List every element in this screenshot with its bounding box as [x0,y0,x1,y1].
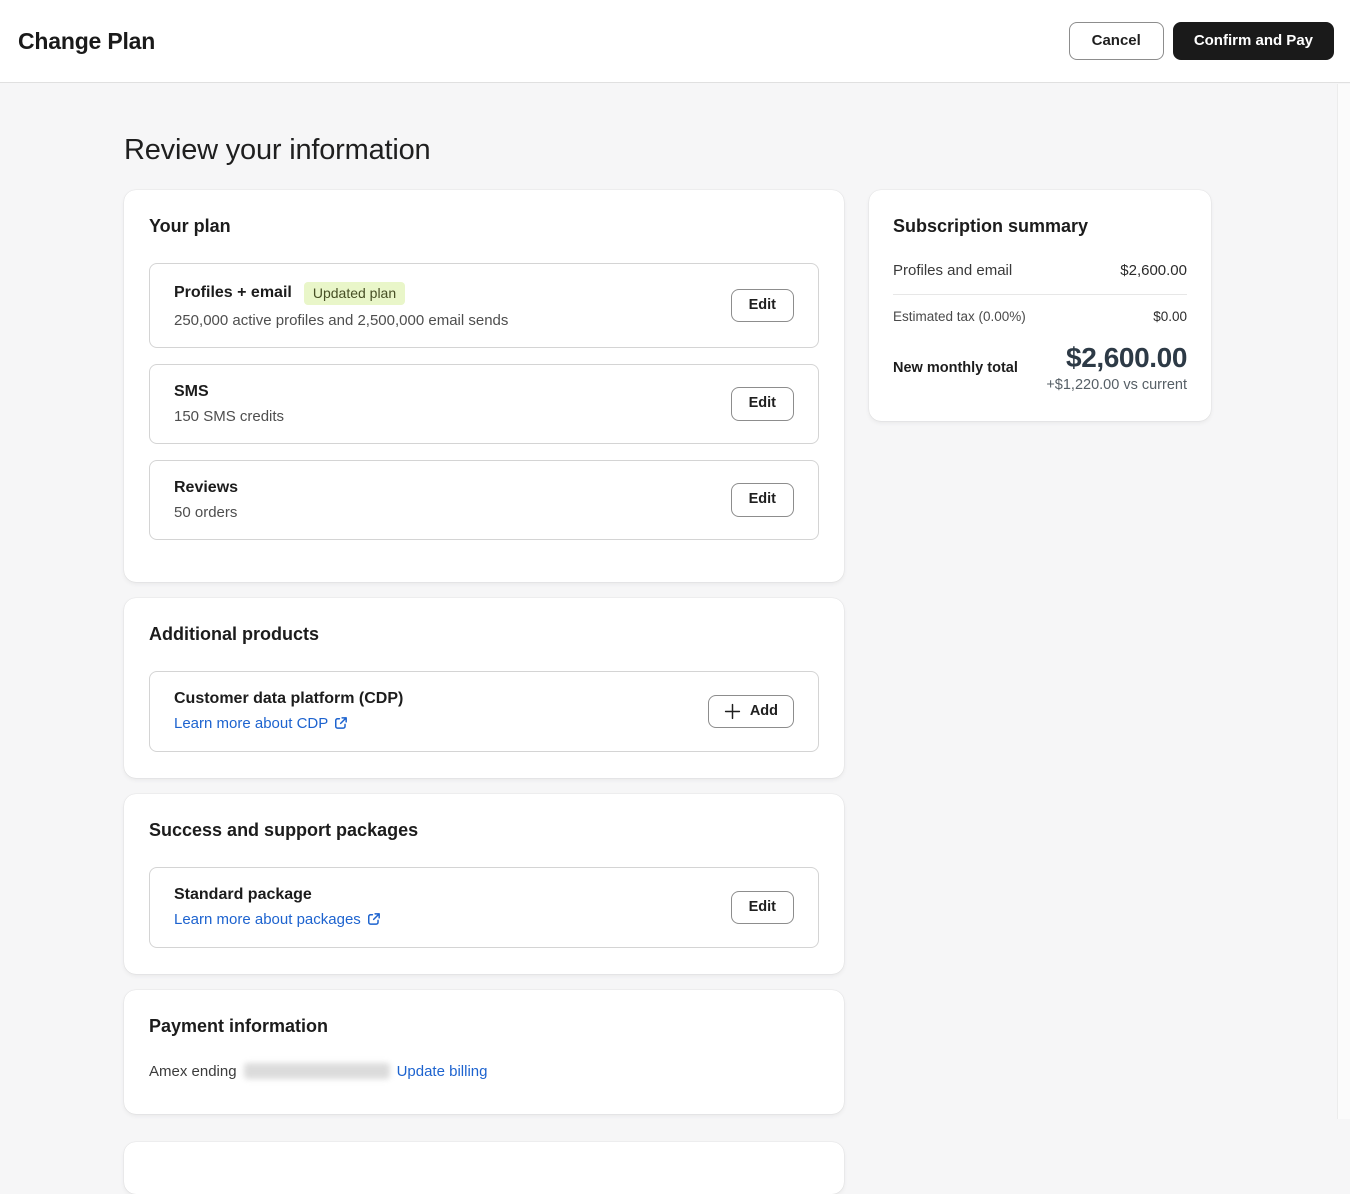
plan-description: 50 orders [174,504,238,521]
subscription-summary-card: Subscription summary Profiles and email … [869,190,1211,421]
total-value: $2,600.00 [1046,342,1187,374]
package-name: Standard package [174,886,312,904]
review-heading: Review your information [124,134,1350,167]
update-billing-link[interactable]: Update billing [397,1063,488,1080]
scrollbar[interactable] [1337,84,1350,1119]
page-title: Change Plan [18,28,155,55]
additional-products-card: Additional products Customer data platfo… [124,598,844,778]
new-monthly-total-row: New monthly total $2,600.00 +$1,220.00 v… [893,342,1187,393]
top-bar: Change Plan Cancel Confirm and Pay [0,0,1350,83]
plan-row-profiles-email: Profiles + email Updated plan 250,000 ac… [149,263,819,348]
learn-more-cdp-link[interactable]: Learn more about CDP [174,715,348,732]
additional-products-title: Additional products [149,624,819,645]
plan-name: SMS [174,383,209,401]
success-packages-card: Success and support packages Standard pa… [124,794,844,974]
product-row-cdp: Customer data platform (CDP) Learn more … [149,671,819,752]
your-plan-title: Your plan [149,216,819,237]
plan-description: 250,000 active profiles and 2,500,000 em… [174,312,508,329]
external-link-icon [334,716,348,730]
summary-line-tax: Estimated tax (0.00%) $0.00 [893,309,1187,324]
summary-divider [893,294,1187,295]
edit-profiles-email-button[interactable]: Edit [731,289,794,322]
success-packages-title: Success and support packages [149,820,819,841]
total-comparison: +$1,220.00 vs current [1046,377,1187,393]
next-section-card-partial [124,1142,844,1194]
right-column: Subscription summary Profiles and email … [869,190,1211,421]
summary-label: Estimated tax (0.00%) [893,309,1026,324]
package-row-standard: Standard package Learn more about packag… [149,867,819,948]
edit-reviews-button[interactable]: Edit [731,483,794,516]
confirm-and-pay-button[interactable]: Confirm and Pay [1173,22,1334,60]
main-content: Review your information Your plan Profil… [0,83,1350,1194]
plan-description: 150 SMS credits [174,408,284,425]
add-button-label: Add [750,703,778,720]
link-label: Learn more about packages [174,911,361,928]
summary-value: $0.00 [1153,309,1187,324]
updated-plan-badge: Updated plan [304,282,405,305]
product-name: Customer data platform (CDP) [174,690,403,708]
summary-value: $2,600.00 [1120,262,1187,279]
header-actions: Cancel Confirm and Pay [1069,22,1334,60]
link-label: Learn more about CDP [174,715,328,732]
summary-label: Profiles and email [893,262,1012,279]
payment-information-card: Payment information Amex ending Update b… [124,990,844,1114]
plan-name: Profiles + email [174,284,292,302]
total-label: New monthly total [893,360,1018,376]
plus-icon [724,703,741,720]
edit-package-button[interactable]: Edit [731,891,794,924]
edit-sms-button[interactable]: Edit [731,387,794,420]
payment-information-title: Payment information [149,1016,819,1037]
plan-name: Reviews [174,479,238,497]
add-cdp-button[interactable]: Add [708,695,794,728]
subscription-summary-title: Subscription summary [893,216,1187,237]
plan-row-sms: SMS 150 SMS credits Edit [149,364,819,444]
card-prefix-text: Amex ending [149,1063,237,1080]
summary-line-profiles-email: Profiles and email $2,600.00 [893,262,1187,279]
your-plan-card: Your plan Profiles + email Updated plan … [124,190,844,582]
left-column: Your plan Profiles + email Updated plan … [124,190,844,1194]
redacted-card-details [244,1063,390,1079]
cancel-button[interactable]: Cancel [1069,22,1164,60]
learn-more-packages-link[interactable]: Learn more about packages [174,911,381,928]
payment-method-row: Amex ending Update billing [149,1063,819,1080]
external-link-icon [367,912,381,926]
plan-row-reviews: Reviews 50 orders Edit [149,460,819,540]
